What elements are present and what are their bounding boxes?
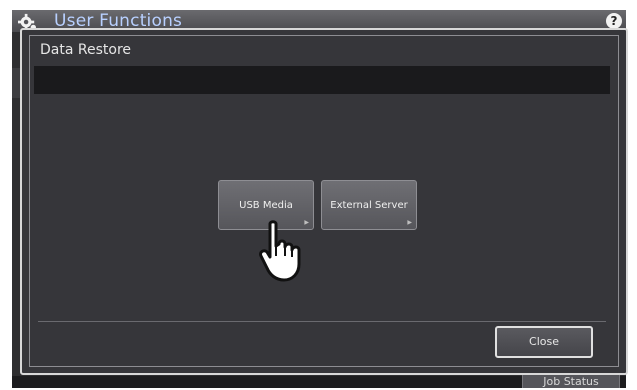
divider — [38, 321, 606, 322]
usb-media-label: USB Media — [239, 200, 293, 211]
data-restore-dialog: Data Restore USB Media ▶ External Server… — [20, 28, 628, 375]
dialog-frame: Data Restore USB Media ▶ External Server… — [29, 35, 619, 367]
triangle-right-icon: ▶ — [407, 219, 412, 226]
close-button[interactable]: Close — [495, 326, 593, 358]
help-icon[interactable]: ? — [606, 13, 622, 29]
external-server-button[interactable]: External Server ▶ — [321, 180, 417, 230]
message-bar — [34, 66, 610, 94]
dialog-title: Data Restore — [40, 42, 131, 58]
hand-pointer-icon — [259, 220, 301, 282]
external-server-label: External Server — [330, 200, 408, 211]
